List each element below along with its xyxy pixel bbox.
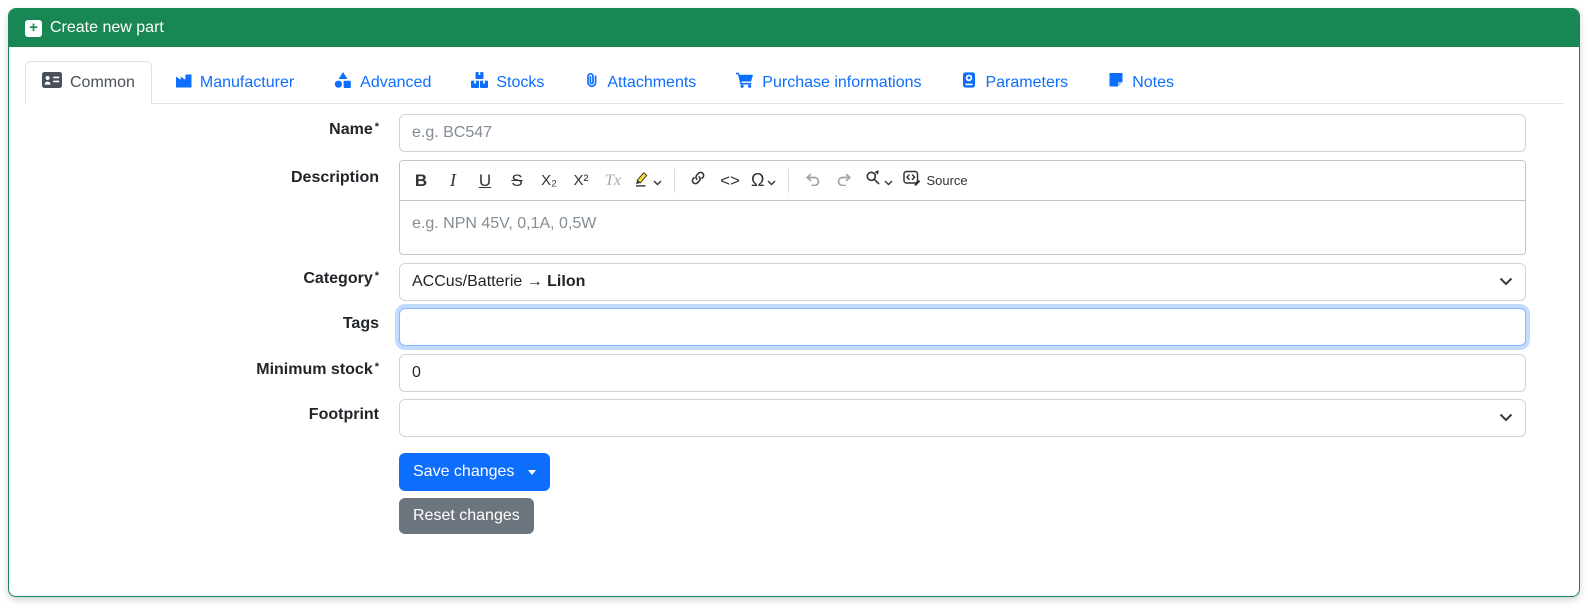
tab-label: Stocks	[496, 73, 545, 91]
chevron-down-icon	[884, 171, 893, 191]
bold-button[interactable]: B	[406, 166, 436, 196]
category-select[interactable]: ACCus/Batterie → LiIon	[399, 263, 1526, 301]
name-label: Name *	[329, 121, 379, 138]
footprint-row: Footprint	[25, 399, 1563, 437]
find-replace-icon	[865, 170, 881, 191]
omega-icon: Ω	[751, 170, 765, 190]
minimum-stock-row: Minimum stock *	[25, 354, 1563, 392]
minimum-stock-label: Minimum stock *	[256, 361, 379, 378]
undo-icon	[804, 171, 821, 191]
description-placeholder: e.g. NPN 45V, 0,1A, 0,5W	[412, 215, 597, 232]
paperclip-icon	[584, 72, 599, 93]
chevron-down-icon	[1499, 409, 1513, 427]
tab-label: Advanced	[360, 73, 432, 91]
shapes-icon	[334, 72, 352, 93]
footprint-select[interactable]	[399, 399, 1526, 437]
parameters-book-icon	[961, 72, 977, 93]
minimum-stock-input[interactable]	[399, 354, 1526, 392]
subscript-button[interactable]: X₂	[534, 166, 564, 196]
source-label: Source	[926, 173, 968, 188]
description-editor-content[interactable]: e.g. NPN 45V, 0,1A, 0,5W	[400, 201, 1525, 254]
name-row: Name *	[25, 114, 1563, 152]
underline-button[interactable]: U	[470, 166, 500, 196]
redo-icon	[836, 171, 853, 191]
highlighter-icon	[634, 170, 650, 192]
save-row: Save changes	[25, 453, 1563, 491]
tags-input[interactable]	[399, 308, 1526, 346]
tab-advanced[interactable]: Advanced	[317, 61, 448, 103]
page: + Create new part Common Manufacturer Ad…	[0, 0, 1588, 616]
tab-manufacturer[interactable]: Manufacturer	[158, 61, 311, 103]
special-characters-button[interactable]: Ω	[747, 166, 780, 196]
page-title: Create new part	[50, 19, 164, 36]
tab-stocks[interactable]: Stocks	[454, 61, 561, 103]
superscript-button[interactable]: X²	[566, 166, 596, 196]
category-label: Category *	[303, 270, 379, 287]
tags-row: Tags	[25, 308, 1563, 346]
chevron-down-icon	[767, 171, 776, 191]
strikethrough-button[interactable]: S	[502, 166, 532, 196]
name-input[interactable]	[399, 114, 1526, 152]
common-tab-form: Name* Description B I U	[25, 104, 1563, 534]
save-changes-button[interactable]: Save changes	[399, 453, 551, 491]
remove-format-button[interactable]: Tx	[598, 166, 628, 196]
redo-button[interactable]	[829, 166, 859, 196]
tab-label: Attachments	[607, 73, 697, 91]
undo-button[interactable]	[797, 166, 827, 196]
tab-label: Manufacturer	[199, 73, 295, 91]
tab-attachments[interactable]: Attachments	[567, 61, 713, 103]
find-replace-button[interactable]	[861, 166, 897, 196]
rich-text-editor: B I U S X₂ X² Tx <> Ω Source e.g. NPN 45…	[399, 160, 1526, 255]
description-row: Description B I U S X₂ X² Tx <> Ω Source…	[25, 160, 1563, 255]
category-value: LiIon	[547, 273, 586, 290]
link-button[interactable]	[683, 166, 713, 196]
shopping-cart-icon	[736, 72, 754, 93]
required-asterisk: *	[374, 361, 379, 373]
reset-changes-button[interactable]: Reset changes	[399, 498, 534, 534]
tab-label: Purchase informations	[762, 73, 922, 91]
id-card-icon	[42, 72, 62, 93]
sticky-note-icon	[1108, 72, 1124, 93]
footprint-label: Footprint	[308, 406, 379, 423]
create-part-card: + Create new part Common Manufacturer Ad…	[8, 8, 1580, 597]
caret-down-icon	[528, 469, 537, 475]
chevron-down-icon	[653, 171, 662, 191]
italic-button[interactable]: I	[438, 166, 468, 196]
toolbar-separator	[788, 168, 790, 193]
source-editing-icon	[903, 170, 921, 191]
tags-label: Tags	[342, 315, 379, 332]
tab-purchase-informations[interactable]: Purchase informations	[719, 61, 938, 103]
description-label: Description	[290, 169, 379, 186]
chevron-down-icon	[1499, 273, 1513, 291]
tab-label: Parameters	[985, 73, 1069, 91]
editor-toolbar: B I U S X₂ X² Tx <> Ω Source	[400, 161, 1525, 201]
link-icon	[690, 170, 706, 191]
toolbar-separator	[674, 168, 675, 193]
highlight-button[interactable]	[630, 166, 666, 196]
tab-label: Notes	[1132, 73, 1174, 91]
tab-bar: Common Manufacturer Advanced Stocks Atta…	[25, 61, 1563, 104]
category-row: Category * ACCus/Batterie → LiIon	[25, 263, 1563, 301]
save-changes-label: Save changes	[413, 463, 515, 480]
tab-common[interactable]: Common	[25, 61, 152, 104]
required-asterisk: *	[374, 121, 379, 133]
code-button[interactable]: <>	[715, 166, 745, 196]
tab-parameters[interactable]: Parameters	[944, 61, 1085, 103]
plus-square-icon: +	[25, 19, 42, 37]
tab-label: Common	[70, 73, 135, 91]
required-asterisk: *	[374, 270, 379, 282]
boxes-stacked-icon	[471, 72, 489, 93]
factory-icon	[175, 72, 192, 93]
card-header: + Create new part	[9, 9, 1579, 47]
tab-notes[interactable]: Notes	[1091, 61, 1191, 103]
source-editing-button[interactable]: Source	[899, 166, 971, 196]
category-value-prefix: ACCus/Batterie →	[412, 273, 548, 290]
reset-row: Reset changes	[25, 498, 1563, 534]
